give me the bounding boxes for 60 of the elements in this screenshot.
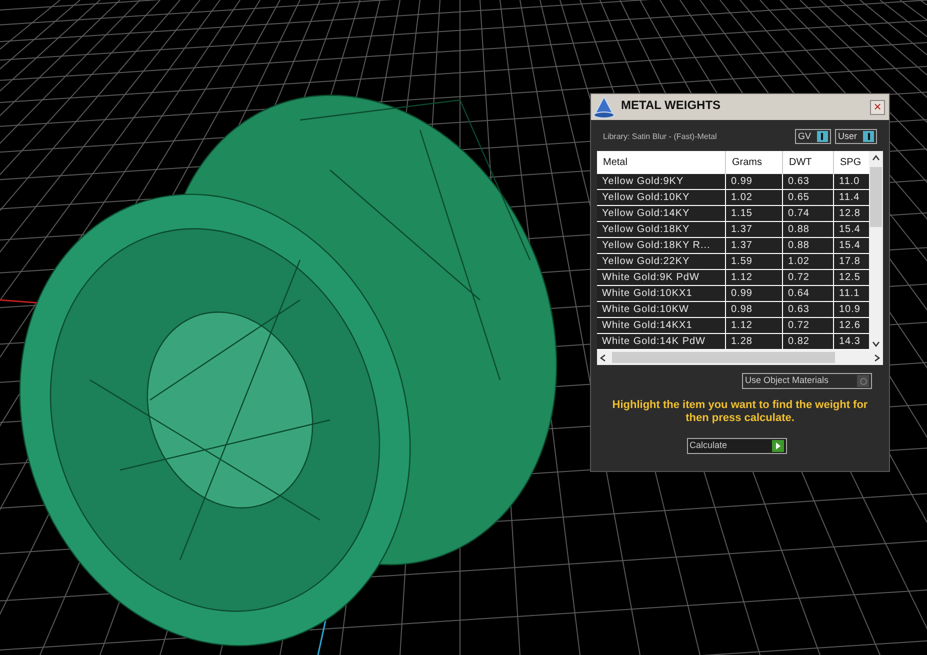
table-cell: 0.99 (726, 174, 783, 189)
table-cell: 0.72 (783, 318, 834, 333)
table-cell: White Gold:14K PdW (597, 334, 726, 349)
scroll-left-icon (600, 354, 606, 362)
table-cell: Yellow Gold:18KY R... (597, 238, 726, 253)
toggle-switch[interactable]: User (834, 129, 877, 144)
use-object-materials-option[interactable]: Use Object Materials (742, 373, 872, 389)
table-cell: 0.72 (783, 270, 834, 285)
table-cell: 0.99 (726, 286, 783, 301)
table-cell: Yellow Gold:22KY (597, 254, 726, 269)
table-cell: 0.88 (783, 222, 834, 237)
table-cell: 1.59 (726, 254, 783, 269)
play-icon (772, 440, 784, 452)
instruction-text: Highlight the item you want to find the weight for then press calculate. (611, 399, 869, 425)
library-label: Library: Satin Blur - (Fast)-Metal (603, 130, 718, 142)
table-cell: Yellow Gold:9KY (597, 174, 726, 189)
table-row[interactable]: Yellow Gold:9KY 0.99 0.63 11.0 (597, 174, 869, 190)
table-cell: 0.63 (783, 174, 834, 189)
table-cell: 1.12 (726, 318, 783, 333)
table-row[interactable]: Yellow Gold:10KY 1.02 0.65 11.4 (597, 190, 869, 206)
table-cell: 1.37 (726, 222, 783, 237)
cone-logo-icon (591, 94, 617, 120)
table-cell: 1.37 (726, 238, 783, 253)
table-cell: 0.65 (783, 190, 834, 205)
table-cell: 1.15 (726, 206, 783, 221)
table-row[interactable]: Yellow Gold:22KY 1.59 1.02 17.8 (597, 254, 869, 270)
table-cell: White Gold:10KW (597, 302, 726, 317)
table-cell: White Gold:9K PdW (597, 270, 726, 285)
table-cell: White Gold:14KX1 (597, 318, 726, 333)
table-cell: Yellow Gold:14KY (597, 206, 726, 221)
table-row[interactable]: White Gold:9K PdW 1.12 0.72 12.5 (597, 270, 869, 286)
scroll-down-icon (872, 341, 880, 347)
scroll-right-icon (874, 354, 880, 362)
table-cell: 0.82 (783, 334, 834, 349)
table-row[interactable]: Yellow Gold:18KY R... 1.37 0.88 15.4 (597, 238, 869, 254)
table-cell: 0.74 (783, 206, 834, 221)
table-row[interactable]: White Gold:14KX1 1.12 0.72 12.6 (597, 318, 869, 334)
horizontal-scrollbar[interactable] (597, 350, 883, 365)
table-cell: 0.88 (783, 238, 834, 253)
table-cell: 1.28 (726, 334, 783, 349)
table-cell: 0.64 (783, 286, 834, 301)
calculate-button[interactable]: Calculate (686, 438, 786, 454)
table-cell: Yellow Gold:18KY (597, 222, 726, 237)
close-button[interactable]: × (870, 100, 885, 114)
table-cell: 1.12 (726, 270, 783, 285)
scroll-up-icon (872, 155, 880, 161)
table-cell: 1.02 (783, 254, 834, 269)
window-title: METAL WEIGHTS (621, 97, 721, 114)
table-row[interactable]: White Gold:10KX1 0.99 0.64 11.1 (597, 286, 869, 302)
vertical-scrollbar[interactable] (869, 151, 883, 350)
table-cell: Yellow Gold:10KY (597, 190, 726, 205)
table-row[interactable]: White Gold:14K PdW 1.28 0.82 14.3 (597, 334, 869, 350)
table-row[interactable]: Yellow Gold:18KY 1.37 0.88 15.4 (597, 222, 869, 238)
toggle-switch[interactable]: GV (794, 129, 831, 144)
table-cell: 1.02 (726, 190, 783, 205)
table-row[interactable]: White Gold:10KW 0.98 0.63 10.9 (597, 302, 869, 318)
table-cell: 0.98 (726, 302, 783, 317)
table-cell: White Gold:10KX1 (597, 286, 726, 301)
table-row[interactable]: Yellow Gold:14KY 1.15 0.74 12.8 (597, 206, 869, 222)
table-cell: 0.63 (783, 302, 834, 317)
